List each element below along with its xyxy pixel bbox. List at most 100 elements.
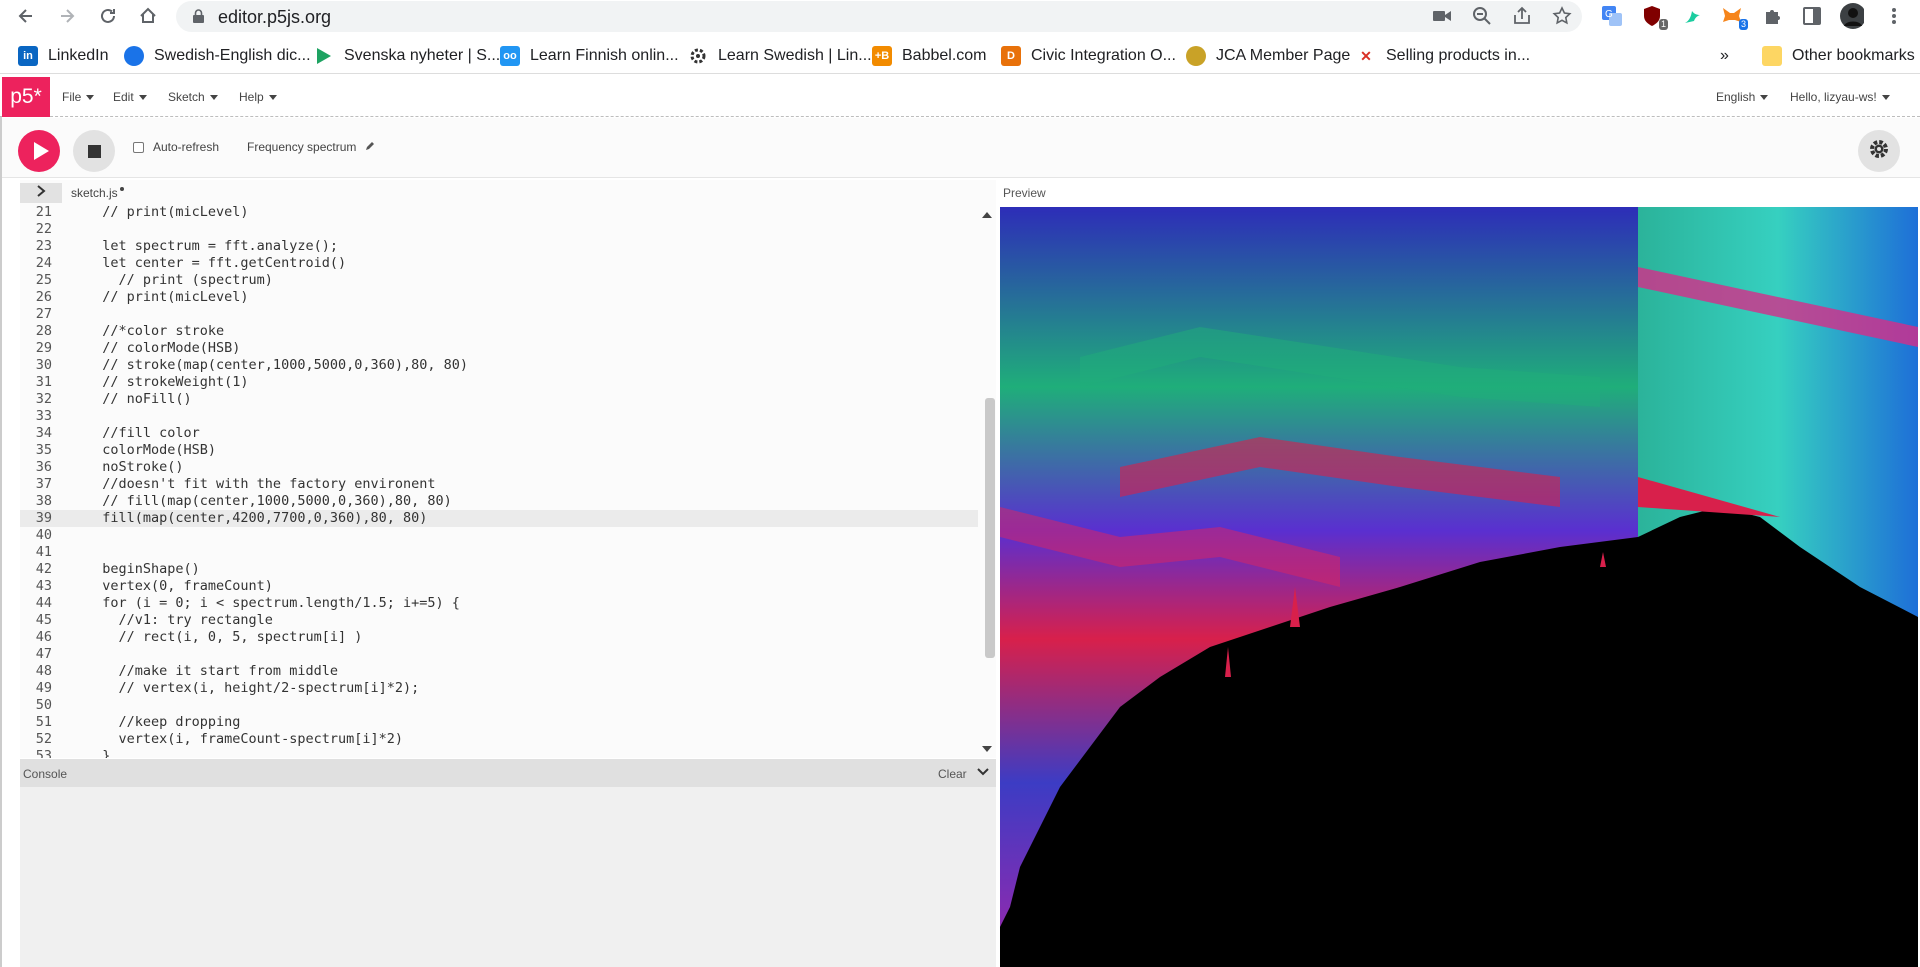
code-line[interactable]: 37 //doesn't fit with the factory enviro…	[20, 476, 978, 493]
code-line[interactable]: 32 // noFill()	[20, 391, 978, 408]
back-icon[interactable]	[12, 2, 40, 30]
bookmarks-overflow-button[interactable]: »	[1720, 45, 1729, 67]
code-line[interactable]: 46 // rect(i, 0, 5, spectrum[i] )	[20, 629, 978, 646]
code-line[interactable]: 35 colorMode(HSB)	[20, 442, 978, 459]
editor-scrollbar[interactable]	[978, 206, 996, 758]
bookmark-svenska-nyheter[interactable]: Svenska nyheter | S...	[314, 45, 500, 67]
scroll-down-icon[interactable]	[982, 746, 992, 752]
code-line[interactable]: 41	[20, 544, 978, 561]
code-line[interactable]: 40	[20, 527, 978, 544]
menu-edit[interactable]: Edit	[113, 90, 147, 104]
code-line[interactable]: 31 // strokeWeight(1)	[20, 374, 978, 391]
forward-icon[interactable]	[53, 2, 81, 30]
code-line[interactable]: 50	[20, 697, 978, 714]
ublock-icon[interactable]: 1	[1640, 4, 1668, 30]
metamask-icon[interactable]: 3	[1720, 4, 1748, 30]
hummingbird-icon[interactable]	[1680, 4, 1704, 28]
sketch-name[interactable]: Frequency spectrum	[247, 140, 375, 154]
chevron-down-icon[interactable]	[976, 765, 990, 782]
kebab-menu-icon[interactable]	[1882, 4, 1906, 28]
share-icon[interactable]	[1510, 4, 1534, 28]
code-line[interactable]: 38 // fill(map(center,1000,5000,0,360),8…	[20, 493, 978, 510]
auto-refresh-checkbox[interactable]: Auto-refresh	[133, 140, 219, 154]
code-line[interactable]: 23 let spectrum = fft.analyze();	[20, 238, 978, 255]
address-bar[interactable]: editor.p5js.org	[176, 1, 1582, 32]
bookmark-babbel[interactable]: +B Babbel.com	[872, 45, 987, 67]
url-text: editor.p5js.org	[218, 7, 332, 27]
language-menu[interactable]: English	[1716, 90, 1769, 104]
sidebar-toggle-button[interactable]	[20, 183, 62, 203]
code-line[interactable]: 44 for (i = 0; i < spectrum.length/1.5; …	[20, 595, 978, 612]
code-line-text: vertex(i, frameCount-spectrum[i]*2)	[86, 731, 403, 747]
code-line[interactable]: 52 vertex(i, frameCount-spectrum[i]*2)	[20, 731, 978, 748]
line-number: 34	[35, 425, 52, 441]
code-line[interactable]: 53 }	[20, 748, 978, 758]
line-number: 24	[35, 255, 52, 271]
line-number: 38	[35, 493, 52, 509]
bookmark-jca-member-page[interactable]: JCA Member Page	[1186, 45, 1350, 67]
scrollbar-thumb[interactable]	[985, 398, 995, 658]
code-line[interactable]: 47	[20, 646, 978, 663]
code-line[interactable]: 33	[20, 408, 978, 425]
code-line[interactable]: 26 // print(micLevel)	[20, 289, 978, 306]
bookmark-learn-finnish[interactable]: oo Learn Finnish onlin...	[500, 45, 679, 67]
code-line[interactable]: 43 vertex(0, frameCount)	[20, 578, 978, 595]
console-clear-button[interactable]: Clear	[938, 767, 967, 781]
code-line[interactable]: 49 // vertex(i, height/2-spectrum[i]*2);	[20, 680, 978, 697]
code-line[interactable]: 21 // print(micLevel)	[20, 206, 978, 221]
code-area[interactable]: 21 // print(micLevel) 22 23 let spectrum =…	[20, 206, 996, 758]
play-button[interactable]	[18, 130, 60, 172]
user-menu[interactable]: Hello, lizyau-ws!	[1790, 90, 1890, 104]
profile-avatar[interactable]	[1840, 3, 1864, 29]
bookmarks-bar: in LinkedIn Swedish-English dic... Svensk…	[0, 36, 1920, 74]
code-line[interactable]: 27	[20, 306, 978, 323]
code-line[interactable]: 29 // colorMode(HSB)	[20, 340, 978, 357]
star-icon[interactable]	[1550, 4, 1574, 28]
reload-icon[interactable]	[94, 2, 122, 30]
settings-button[interactable]	[1858, 130, 1900, 172]
menu-help[interactable]: Help	[239, 90, 277, 104]
caret-down-icon	[1881, 95, 1890, 101]
code-line[interactable]: 42 beginShape()	[20, 561, 978, 578]
code-line[interactable]: 45 //v1: try rectangle	[20, 612, 978, 629]
bookmark-learn-swedish[interactable]: Learn Swedish | Lin...	[688, 45, 872, 67]
gear-icon	[1868, 138, 1890, 165]
code-line[interactable]: 34 //fill color	[20, 425, 978, 442]
translate-icon[interactable]: G	[1600, 4, 1624, 28]
menu-file[interactable]: File	[62, 90, 95, 104]
bookmark-linkedin[interactable]: in LinkedIn	[18, 45, 109, 67]
code-line[interactable]: 39 fill(map(center,4200,7700,0,360),80, …	[20, 510, 978, 527]
file-tab-sketch-js[interactable]: sketch.js	[71, 186, 124, 200]
home-icon[interactable]	[134, 2, 162, 30]
puzzle-icon[interactable]	[1760, 4, 1784, 28]
sketch-preview-canvas[interactable]	[1000, 207, 1918, 967]
line-number: 21	[35, 206, 52, 220]
line-number: 45	[35, 612, 52, 628]
scroll-up-icon[interactable]	[982, 212, 992, 218]
bookmark-civic-integration[interactable]: D Civic Integration O...	[1001, 45, 1176, 67]
line-number: 44	[35, 595, 52, 611]
code-line[interactable]: 22	[20, 221, 978, 238]
bookmark-swedish-english-dictionary[interactable]: Swedish-English dic...	[124, 45, 311, 67]
sidepanel-icon[interactable]	[1800, 4, 1824, 28]
code-line-text: colorMode(HSB)	[86, 442, 217, 458]
stop-button[interactable]	[73, 130, 115, 172]
code-line[interactable]: 24 let center = fft.getCentroid()	[20, 255, 978, 272]
code-line[interactable]: 25 // print (spectrum)	[20, 272, 978, 289]
line-number: 52	[35, 731, 52, 747]
code-line[interactable]: 36 noStroke()	[20, 459, 978, 476]
code-line-text: noStroke()	[86, 459, 184, 475]
code-line[interactable]: 28 //*color stroke	[20, 323, 978, 340]
code-line-text: // rect(i, 0, 5, spectrum[i] )	[86, 629, 363, 645]
bookmark-other-bookmarks[interactable]: Other bookmarks	[1762, 45, 1915, 67]
camera-icon[interactable]	[1430, 4, 1454, 28]
p5-logo[interactable]: p5*	[2, 77, 50, 117]
code-line[interactable]: 51 //keep dropping	[20, 714, 978, 731]
code-line[interactable]: 48 //make it start from middle	[20, 663, 978, 680]
bookmark-selling-products[interactable]: ✕ Selling products in...	[1356, 45, 1530, 67]
code-line[interactable]: 30 // stroke(map(center,1000,5000,0,360)…	[20, 357, 978, 374]
line-number: 46	[35, 629, 52, 645]
menu-sketch[interactable]: Sketch	[168, 90, 218, 104]
zoom-icon[interactable]	[1470, 4, 1494, 28]
line-number: 49	[35, 680, 52, 696]
